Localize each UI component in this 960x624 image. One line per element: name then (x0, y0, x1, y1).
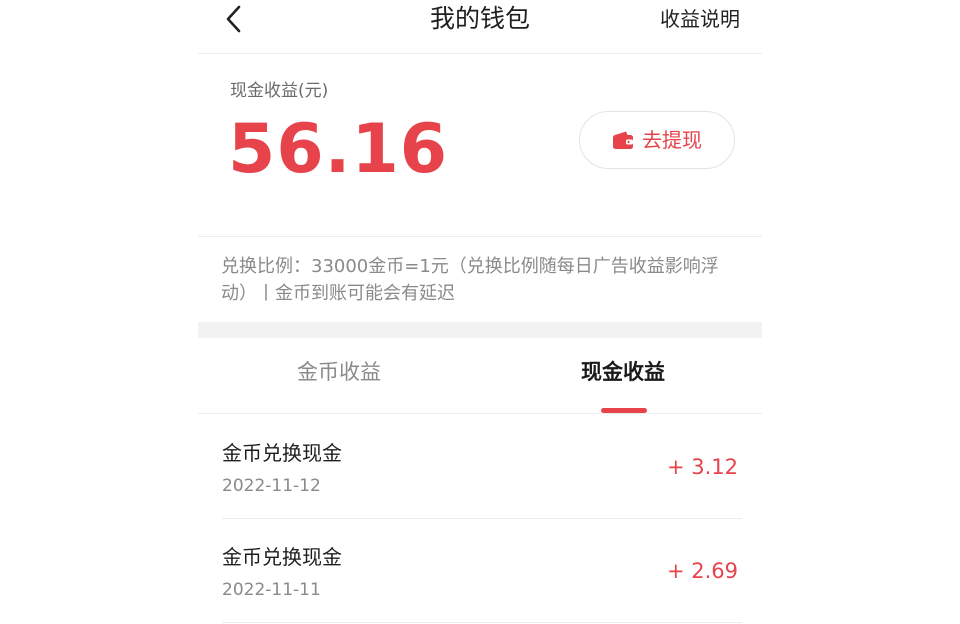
divider (198, 236, 762, 237)
withdraw-button[interactable]: 去提现 (579, 111, 735, 169)
active-tab-indicator (601, 408, 647, 413)
tab-cash-earnings[interactable]: 现金收益 (482, 358, 762, 386)
list-item[interactable]: 金币兑换现金 2022-11-12 + 3.12 (222, 415, 742, 519)
withdraw-label: 去提现 (642, 128, 702, 152)
record-date: 2022-11-11 (222, 580, 321, 600)
record-amount: + 2.69 (666, 559, 738, 583)
record-amount: + 3.12 (666, 455, 738, 479)
section-separator (198, 322, 762, 338)
wallet-icon (612, 130, 634, 150)
exchange-rate-note: 兑换比例：33000金币=1元（兑换比例随每日广告收益影响浮动）丨金币到账可能会… (221, 256, 719, 304)
earnings-info-link[interactable]: 收益说明 (660, 6, 740, 32)
balance-amount: 56.16 (228, 110, 449, 189)
top-bar: 我的钱包 收益说明 (198, 0, 762, 54)
balance-label: 现金收益(元) (230, 81, 329, 101)
tab-coin-earnings[interactable]: 金币收益 (198, 358, 480, 386)
earnings-tabs: 金币收益 现金收益 (198, 338, 762, 414)
wallet-screen: 我的钱包 收益说明 现金收益(元) 56.16 去提现 兑换比例：33000金币… (198, 0, 762, 624)
list-item[interactable]: 金币兑换现金 2022-11-11 + 2.69 (222, 519, 742, 623)
record-date: 2022-11-12 (222, 476, 321, 496)
divider (222, 622, 742, 623)
record-title: 金币兑换现金 (222, 545, 342, 569)
record-title: 金币兑换现金 (222, 441, 342, 465)
